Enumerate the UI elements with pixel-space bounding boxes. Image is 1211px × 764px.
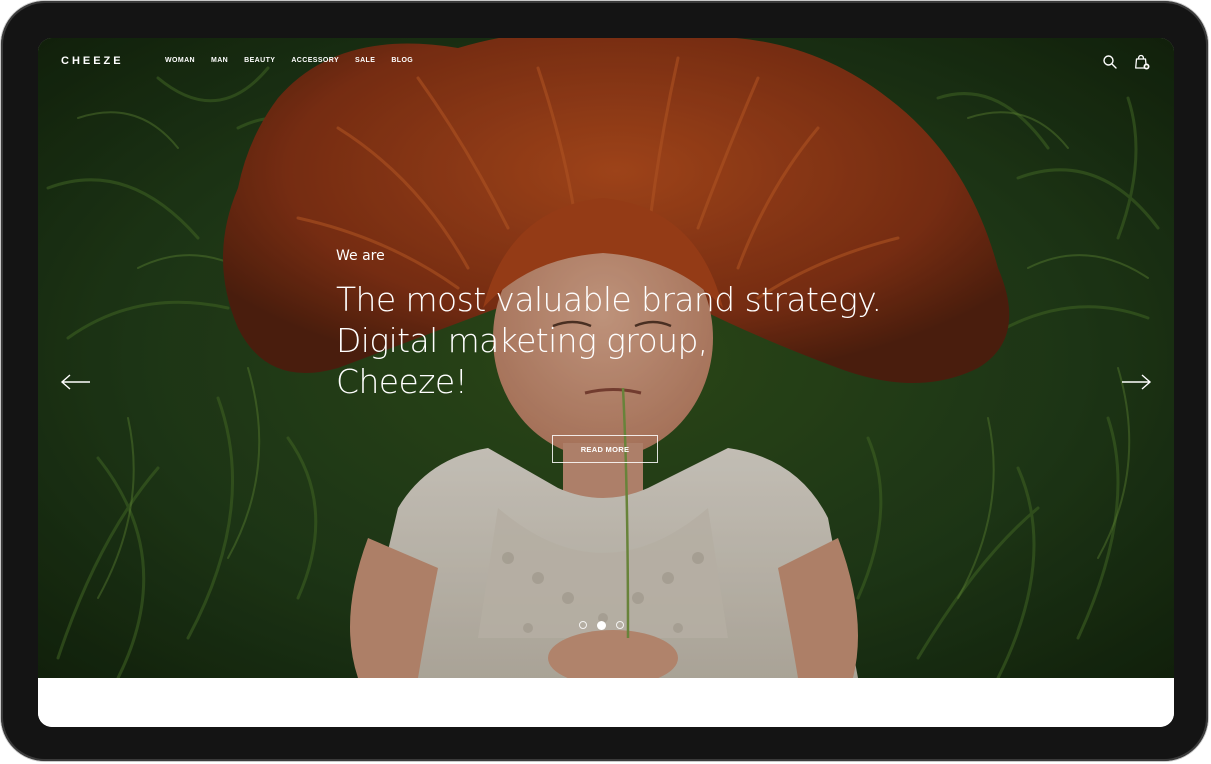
content-below-hero [38, 678, 1174, 727]
nav-item-sale[interactable]: SALE [355, 57, 375, 64]
arrow-right-icon[interactable] [1120, 373, 1152, 391]
headline-line-3: Cheeze! [336, 362, 468, 401]
headline-line-2: Digital maketing group, [336, 321, 708, 360]
hero-slider: CHEEZE WOMAN MAN BEAUTY ACCESSORY SALE B… [38, 38, 1174, 678]
nav-item-beauty[interactable]: BEAUTY [244, 57, 275, 64]
main-menu: WOMAN MAN BEAUTY ACCESSORY SALE BLOG [165, 57, 413, 64]
slide-dot-2[interactable] [597, 620, 606, 630]
slide-dot-1[interactable] [579, 621, 587, 629]
nav-item-man[interactable]: MAN [211, 57, 228, 64]
hero-copy: We are The most valuable brand strategy.… [336, 248, 882, 402]
nav-item-accessory[interactable]: ACCESSORY [291, 57, 339, 64]
shopping-bag-icon[interactable] [1134, 54, 1150, 70]
top-navigation: CHEEZE WOMAN MAN BEAUTY ACCESSORY SALE B… [38, 38, 1174, 88]
slider-pagination [579, 620, 624, 630]
hero-headline: The most valuable brand strategy. Digita… [336, 279, 882, 402]
nav-item-blog[interactable]: BLOG [391, 57, 413, 64]
nav-item-woman[interactable]: WOMAN [165, 57, 195, 64]
headline-line-1: The most valuable brand strategy. [336, 280, 882, 319]
search-icon[interactable] [1102, 54, 1118, 70]
tablet-frame: CHEEZE WOMAN MAN BEAUTY ACCESSORY SALE B… [1, 1, 1208, 761]
brand-logo[interactable]: CHEEZE [61, 55, 124, 67]
slide-dot-3[interactable] [616, 621, 624, 629]
screen: CHEEZE WOMAN MAN BEAUTY ACCESSORY SALE B… [38, 38, 1174, 727]
hero-eyebrow: We are [336, 248, 385, 264]
arrow-left-icon[interactable] [60, 373, 92, 391]
read-more-button[interactable]: READ MORE [552, 435, 658, 463]
